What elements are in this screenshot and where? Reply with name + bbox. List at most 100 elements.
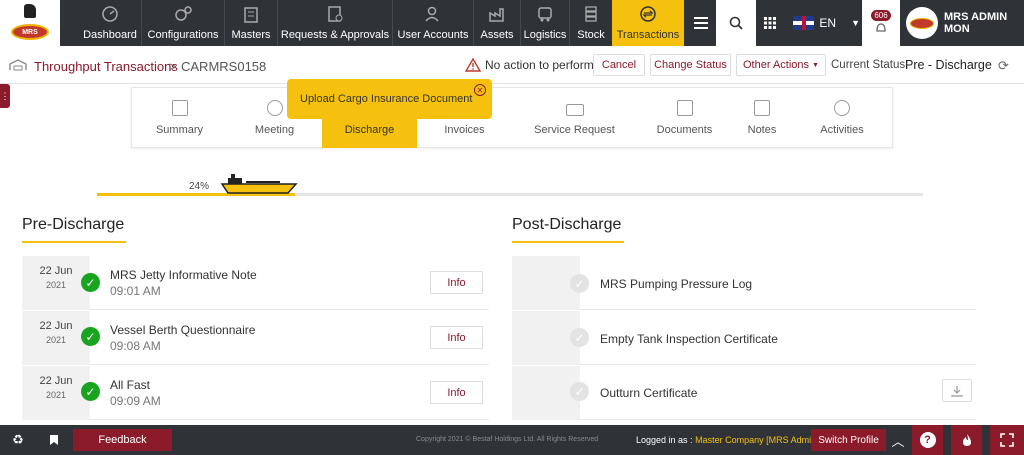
- fire-icon: [962, 434, 971, 446]
- info-button[interactable]: Info: [430, 381, 483, 404]
- download-icon: [951, 385, 963, 397]
- current-status-label: Current Status:: [831, 59, 909, 71]
- nav-divider: [277, 0, 278, 46]
- nav-masters[interactable]: Masters: [226, 0, 276, 46]
- list-item: ✓ Empty Tank Inspection Certificate: [512, 311, 976, 365]
- caret-down-icon: ▼: [812, 61, 819, 69]
- hamburger-icon: [694, 17, 708, 29]
- warehouse-icon[interactable]: [9, 59, 27, 71]
- upload-reminder-tooltip[interactable]: Upload Cargo Insurance Document ✕: [287, 79, 492, 119]
- check-icon: ✓: [81, 327, 100, 346]
- feedback-button[interactable]: Feedback: [73, 429, 172, 451]
- nav-label: Assets: [480, 29, 514, 41]
- refresh-icon[interactable]: ⟳: [998, 58, 1009, 74]
- help-button[interactable]: ?: [912, 425, 943, 455]
- tab-documents[interactable]: Documents: [637, 88, 732, 148]
- apps-button[interactable]: [756, 0, 784, 46]
- top-navbar: MRS Dashboard Configurations Masters Req…: [0, 0, 1024, 46]
- change-status-button[interactable]: Change Status: [650, 54, 731, 76]
- bell-icon: [876, 22, 886, 32]
- switch-profile-button[interactable]: Switch Profile: [811, 429, 886, 451]
- nav-dashboard[interactable]: Dashboard: [80, 0, 140, 46]
- warning-message: No action to perform..!: [465, 58, 604, 72]
- warning-text: No action to perform..!: [485, 58, 604, 72]
- chevron-down-icon: ▼: [851, 18, 860, 28]
- search-button[interactable]: [716, 0, 756, 46]
- item-title: Vessel Berth Questionnaire: [110, 323, 256, 337]
- user-menu[interactable]: MRS ADMIN MON: [900, 0, 1024, 46]
- cancel-button[interactable]: Cancel: [593, 54, 645, 76]
- nav-logistics[interactable]: Logistics: [522, 0, 568, 46]
- users-icon: [423, 5, 443, 23]
- warning-icon: [465, 58, 481, 72]
- post-discharge-title: Post-Discharge: [512, 216, 622, 233]
- nav-user-accounts[interactable]: User Accounts: [394, 0, 472, 46]
- copyright-text: Copyright 2021 © Bestaf Holdings Ltd. Al…: [416, 436, 599, 443]
- search-icon: [729, 16, 743, 30]
- list-item: 22 Jun 2021 ✓ MRS Jetty Informative Note…: [22, 256, 489, 310]
- tab-notes[interactable]: Notes: [732, 88, 792, 148]
- expand-icon: [1000, 433, 1014, 447]
- tab-label: Notes: [747, 124, 777, 136]
- check-icon: ✓: [570, 328, 589, 347]
- tab-service-request[interactable]: Service Request: [512, 88, 637, 148]
- list-item: 22 Jun 2021 ✓ Vessel Berth Questionnaire…: [22, 311, 489, 365]
- date-day: 22 Jun: [39, 265, 73, 277]
- info-button[interactable]: Info: [430, 271, 483, 294]
- uk-flag-icon: [793, 16, 815, 30]
- avatar: [906, 7, 938, 39]
- tab-label: Service Request: [534, 124, 615, 136]
- nav-divider: [569, 0, 570, 46]
- stock-icon: [581, 5, 601, 23]
- factory-icon: [487, 5, 507, 23]
- transaction-tabs: Summary Meeting Discharge Invoices Servi…: [131, 87, 893, 148]
- date-year: 2021: [45, 280, 67, 290]
- date-cell: 22 Jun 2021: [22, 311, 90, 365]
- menu-toggle[interactable]: [686, 0, 716, 46]
- nav-transactions[interactable]: Transactions: [612, 0, 684, 46]
- company-logo[interactable]: MRS: [0, 0, 60, 46]
- item-time: 09:08 AM: [110, 339, 161, 353]
- dots-vertical-icon: ⋮: [0, 90, 10, 101]
- tab-summary[interactable]: Summary: [132, 88, 227, 148]
- notification-badge: 606: [871, 9, 891, 21]
- nav-stock[interactable]: Stock: [571, 0, 611, 46]
- tab-activities[interactable]: Activities: [792, 88, 892, 148]
- date-day: 22 Jun: [39, 320, 73, 332]
- breadcrumb-parent[interactable]: Throughput Transactions: [34, 59, 178, 74]
- download-button[interactable]: [942, 379, 972, 402]
- dashboard-icon: [100, 5, 120, 23]
- nav-configurations[interactable]: Configurations: [143, 0, 223, 46]
- folder-icon: [676, 100, 693, 116]
- notifications-button[interactable]: 606: [862, 0, 900, 46]
- nav-requests-approvals[interactable]: Requests & Approvals: [279, 0, 391, 46]
- recycle-icon[interactable]: ♻: [0, 425, 36, 455]
- date-year: 2021: [45, 335, 67, 345]
- close-icon[interactable]: ✕: [474, 84, 486, 96]
- list-item: 22 Jun 2021 ✓ All Fast 09:09 AM Info: [22, 366, 489, 420]
- notes-icon: [754, 100, 770, 116]
- fullscreen-button[interactable]: [990, 425, 1024, 455]
- breadcrumb: Throughput Transactions > CARMRS0158 No …: [0, 46, 1024, 84]
- bookmark-icon[interactable]: [36, 425, 72, 455]
- nav-label: Dashboard: [83, 29, 137, 41]
- user-role: MON: [944, 23, 970, 35]
- item-time: 09:01 AM: [110, 284, 161, 298]
- other-actions-label: Other Actions: [743, 59, 810, 71]
- info-button[interactable]: Info: [430, 326, 483, 349]
- check-icon: ✓: [81, 382, 100, 401]
- language-selector[interactable]: EN ▼: [785, 0, 860, 46]
- nav-label: Stock: [577, 29, 605, 41]
- chevron-up-icon[interactable]: ︿: [886, 425, 910, 455]
- side-panel-toggle[interactable]: ⋮: [0, 84, 10, 108]
- fire-button[interactable]: [951, 425, 982, 455]
- item-time: 09:09 AM: [110, 394, 161, 408]
- tab-label: Discharge: [344, 124, 395, 136]
- other-actions-dropdown[interactable]: Other Actions ▼: [736, 54, 826, 76]
- current-status-value: Pre - Discharge: [905, 58, 992, 72]
- nav-assets[interactable]: Assets: [475, 0, 519, 46]
- tab-label: Summary: [155, 124, 204, 136]
- nav-label: Masters: [231, 29, 271, 41]
- progress-percent: 24%: [189, 181, 210, 192]
- check-icon: ✓: [570, 382, 589, 401]
